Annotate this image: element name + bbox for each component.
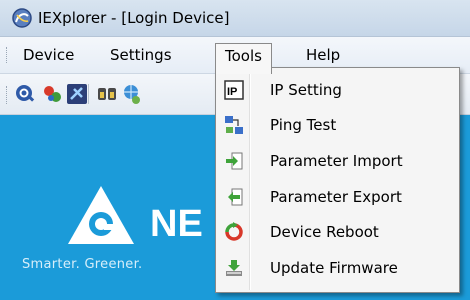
export-icon (228, 188, 243, 206)
toolbar-separator (88, 84, 89, 104)
svg-text:NE: NE (150, 203, 203, 242)
menu-settings[interactable]: Settings (101, 43, 181, 67)
brand-tagline: Smarter. Greener. (22, 257, 143, 272)
menu-item-label: Ping Test (270, 116, 337, 134)
tools-dropdown-menu: IP IP Setting Ping Test Parameter Import… (215, 67, 460, 293)
connect-icon[interactable] (42, 83, 64, 105)
brand-wordmark: NE (150, 203, 203, 242)
menubar-grip[interactable] (6, 47, 9, 63)
import-icon (226, 152, 243, 170)
title-bar: IEXplorer - [Login Device] (0, 0, 470, 37)
network-icon[interactable] (120, 83, 142, 105)
ping-icon (225, 116, 243, 134)
menu-item-label: Update Firmware (270, 259, 398, 277)
menu-item-label: Parameter Export (270, 188, 402, 206)
window-title: IEXplorer - [Login Device] (38, 9, 230, 27)
menu-device[interactable]: Device (14, 43, 83, 67)
toolbar-grip[interactable] (6, 86, 9, 104)
firmware-icon (226, 260, 242, 276)
menu-item-parameter-export[interactable]: Parameter Export (218, 180, 457, 214)
ip-icon: IP (224, 80, 244, 100)
brand-logo (68, 186, 134, 244)
reboot-icon (225, 222, 243, 241)
menu-item-label: Parameter Import (270, 152, 403, 170)
device-config-icon[interactable] (66, 83, 88, 105)
menu-item-ip-setting[interactable]: IP IP Setting (218, 73, 457, 107)
menu-help[interactable]: Help (297, 43, 349, 67)
svg-text:IP: IP (227, 86, 237, 98)
menu-item-label: IP Setting (270, 81, 342, 99)
app-icon (12, 8, 32, 28)
menu-item-device-reboot[interactable]: Device Reboot (218, 215, 457, 249)
search-device-icon[interactable] (14, 83, 36, 105)
menu-item-label: Device Reboot (270, 223, 379, 241)
tools-icon[interactable] (96, 83, 118, 105)
menu-item-ping-test[interactable]: Ping Test (218, 108, 457, 142)
menu-tools[interactable]: Tools (215, 43, 272, 74)
menu-item-update-firmware[interactable]: Update Firmware (218, 251, 457, 285)
menu-item-parameter-import[interactable]: Parameter Import (218, 144, 457, 178)
